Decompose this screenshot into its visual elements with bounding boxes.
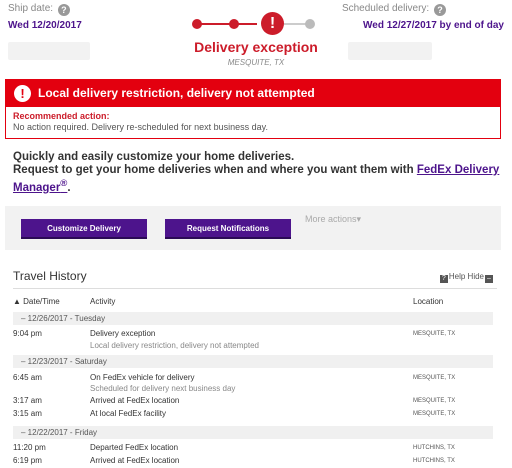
progress-step-picked-up (192, 19, 202, 29)
shipment-progress-tracker: ! (192, 12, 322, 36)
ship-date-label: Ship date: ? (8, 3, 70, 16)
event-location: MESQUITE, TX (413, 411, 456, 417)
event-activity-detail: Local delivery restriction, delivery not… (90, 341, 259, 350)
event-time: 6:45 am (13, 373, 42, 382)
exception-icon: ! (261, 12, 284, 35)
customize-delivery-button[interactable]: Customize Delivery (21, 219, 147, 239)
event-activity: Departed FedEx location (90, 443, 179, 452)
travel-history-title: Travel History (13, 269, 87, 283)
alert-icon: ! (14, 84, 31, 102)
alert-message: Local delivery restriction, delivery not… (38, 86, 315, 100)
event-activity-detail: Scheduled for delivery next business day (90, 384, 236, 393)
exception-alert-banner: ! Local delivery restriction, delivery n… (5, 79, 501, 107)
progress-step-in-transit (229, 19, 239, 29)
event-activity: On FedEx vehicle for delivery (90, 373, 195, 382)
help-icon[interactable]: ? (434, 4, 446, 16)
event-location: MESQUITE, TX (413, 398, 456, 404)
column-header-date-time[interactable]: ▲ Date/Time (13, 297, 60, 306)
ship-date-label-text: Ship date: (8, 3, 54, 14)
event-location: MESQUITE, TX (413, 331, 456, 337)
event-time: 6:19 pm (13, 456, 42, 465)
actions-panel: Customize Delivery Request Notifications… (5, 206, 501, 250)
scheduled-delivery-value: Wed 12/27/2017 by end of day (363, 20, 504, 31)
request-notifications-button[interactable]: Request Notifications (165, 219, 291, 239)
ship-date-value: Wed 12/20/2017 (8, 20, 82, 31)
help-icon[interactable]: ? (57, 4, 70, 16)
recommended-action-text: No action required. Delivery re-schedule… (13, 122, 268, 132)
event-location: HUTCHINS, TX (413, 458, 455, 464)
help-icon[interactable]: ? (439, 275, 448, 283)
event-location: MESQUITE, TX (413, 375, 456, 381)
status-location: MESQUITE, TX (227, 58, 285, 67)
event-location: HUTCHINS, TX (413, 445, 455, 451)
delivery-manager-promo: Quickly and easily customize your home d… (13, 151, 503, 195)
progress-line-complete (197, 23, 257, 25)
column-header-activity: Activity (90, 297, 116, 306)
promo-line-2-text: Request to get your home deliveries when… (13, 164, 417, 176)
recommended-action-box: Recommended action: No action required. … (5, 107, 501, 139)
travel-history-divider (13, 288, 497, 289)
event-activity: Delivery exception (90, 329, 156, 338)
promo-line-2: Request to get your home deliveries when… (13, 164, 503, 195)
scheduled-delivery-label-text: Scheduled delivery: (341, 3, 430, 14)
event-time: 3:17 am (13, 396, 42, 405)
promo-line-1: Quickly and easily customize your home d… (13, 151, 295, 163)
travel-history-controls: ? Help Hide – (439, 272, 494, 283)
event-time: 11:20 pm (13, 443, 46, 452)
event-activity: At local FedEx facility (90, 409, 167, 418)
event-time: 9:04 pm (13, 329, 42, 338)
recommended-action-title: Recommended action: (13, 111, 110, 121)
event-time: 3:15 am (13, 409, 42, 418)
hide-link[interactable]: Hide (468, 272, 484, 281)
more-actions-dropdown[interactable]: More actions▾ (305, 214, 361, 225)
date-group-header[interactable]: – 12/26/2017 - Tuesday (13, 312, 493, 325)
status-title: Delivery exception (194, 39, 318, 55)
date-group-header[interactable]: – 12/23/2017 - Saturday (13, 355, 493, 368)
column-header-location: Location (413, 297, 444, 306)
event-activity: Arrived at FedEx location (90, 396, 180, 405)
event-activity: Arrived at FedEx location (90, 456, 180, 465)
scheduled-delivery-label: Scheduled delivery: ? (342, 3, 446, 16)
help-link[interactable]: Help (449, 272, 465, 281)
promo-period: . (67, 181, 71, 194)
progress-step-delivered (305, 19, 315, 29)
date-group-header[interactable]: – 12/22/2017 - Friday (13, 426, 493, 439)
collapse-icon[interactable]: – (485, 275, 493, 283)
